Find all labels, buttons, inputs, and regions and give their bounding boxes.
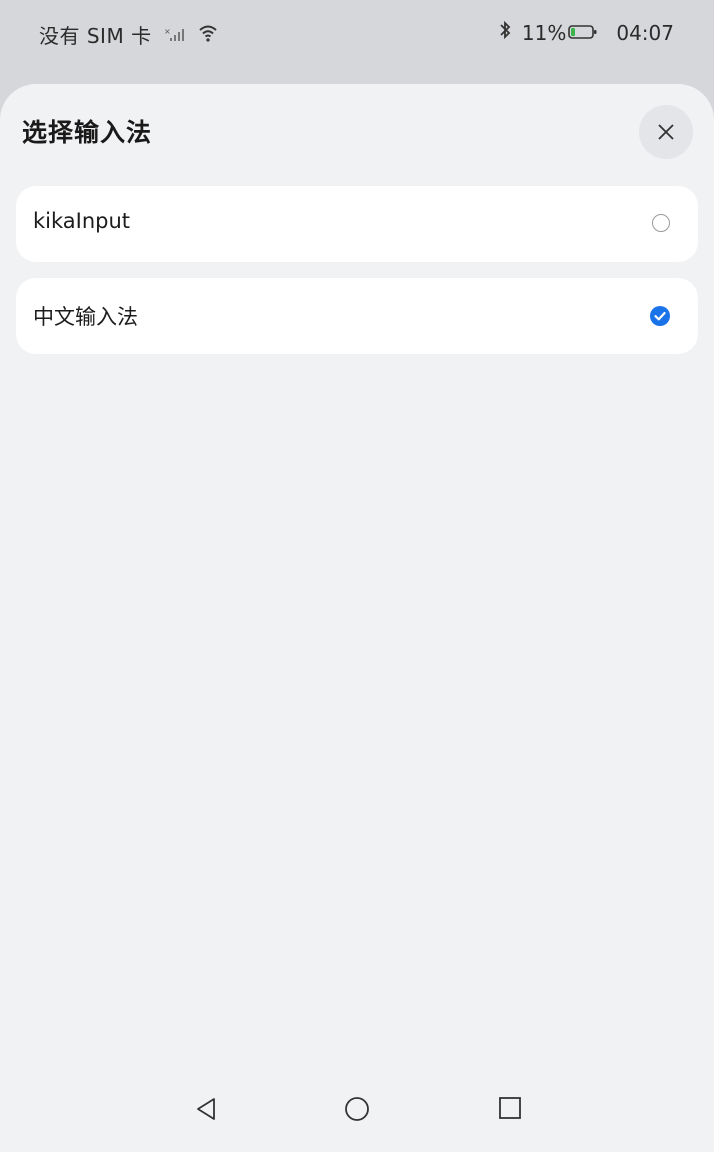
navigation-bar bbox=[0, 1072, 714, 1152]
battery-low-icon bbox=[568, 21, 598, 45]
radio-unchecked-icon[interactable] bbox=[652, 214, 670, 232]
wifi-icon bbox=[198, 23, 218, 47]
svg-text:×: × bbox=[164, 27, 171, 36]
radio-checked-icon[interactable] bbox=[650, 306, 670, 326]
option-label: kikaInput bbox=[33, 209, 131, 233]
close-icon bbox=[658, 124, 674, 140]
clock: 04:07 bbox=[616, 20, 674, 45]
option-chinese-input[interactable]: 中文输入法 bbox=[16, 278, 698, 354]
battery-percent: 11% bbox=[521, 20, 567, 45]
status-right: 11% 04:07 bbox=[498, 20, 674, 45]
carrier-label: 没有 SIM 卡 bbox=[39, 24, 152, 48]
option-label: 中文输入法 bbox=[33, 305, 138, 329]
back-triangle-icon[interactable] bbox=[194, 1096, 218, 1122]
home-circle-icon[interactable] bbox=[344, 1096, 370, 1122]
bluetooth-icon bbox=[498, 20, 512, 45]
input-method-sheet: 选择输入法 kikaInput 中文输入法 bbox=[0, 84, 714, 1152]
recent-square-icon[interactable] bbox=[498, 1096, 522, 1120]
status-bar: 没有 SIM 卡 × 11% 04:07 bbox=[0, 0, 714, 72]
close-button[interactable] bbox=[639, 105, 693, 159]
sheet-title: 选择输入法 bbox=[22, 118, 153, 147]
status-left: 没有 SIM 卡 × bbox=[39, 20, 218, 49]
signal-bars-icon: × bbox=[164, 23, 186, 47]
option-kikainput[interactable]: kikaInput bbox=[16, 186, 698, 262]
